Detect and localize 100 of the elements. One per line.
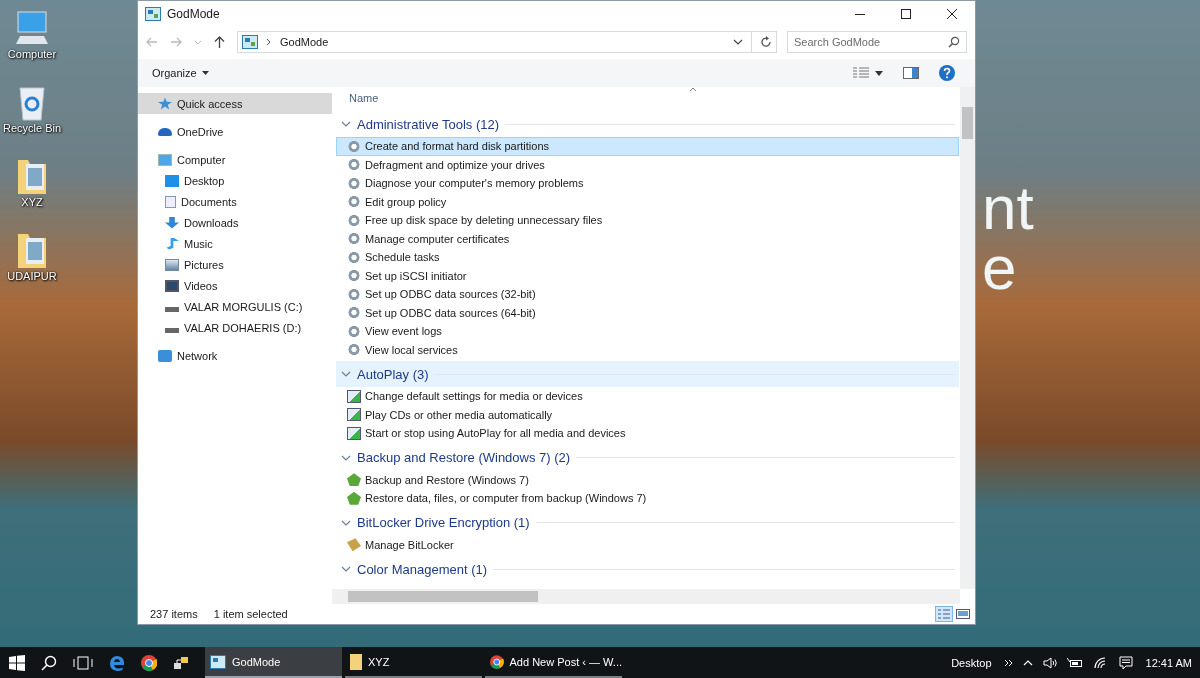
sidebar-item-icon [165, 307, 179, 312]
item-icon [347, 343, 361, 357]
item-icon [347, 473, 361, 487]
address-path[interactable]: GodMode [280, 36, 329, 48]
sidebar-item[interactable]: Network [138, 345, 332, 366]
wallpaper-text: nt [982, 178, 1034, 238]
chevron-icon [341, 371, 351, 377]
list-item[interactable]: Manage computer certificates [336, 229, 959, 248]
item-icon [347, 287, 361, 301]
item-icon [347, 195, 361, 209]
address-bar[interactable]: GodMode [237, 31, 777, 53]
windows-start-icon[interactable] [9, 654, 25, 671]
sidebar-item-icon [165, 195, 176, 208]
battery-icon[interactable] [1066, 656, 1083, 669]
sidebar-item[interactable]: VALAR MORGULIS (C:) [138, 296, 332, 317]
control-panel-icon [242, 35, 258, 49]
column-header[interactable]: Name [336, 92, 379, 104]
control-panel-icon [145, 7, 161, 21]
desktop-shortcut[interactable]: XYZ [10, 154, 54, 210]
sidebar-item[interactable]: Quick access [138, 93, 332, 114]
edge-browser-icon[interactable] [109, 654, 125, 671]
list-item[interactable]: Set up ODBC data sources (32-bit) [336, 285, 959, 304]
desktop-shortcut[interactable]: Computer [5, 6, 59, 62]
item-icon [347, 250, 361, 264]
chevron-icon [341, 121, 351, 127]
list-item[interactable]: Create and format hard disk partitions [336, 137, 959, 156]
list-item[interactable]: Backup and Restore (Windows 7) [336, 470, 959, 489]
list-item[interactable]: Free up disk space by deleting unnecessary files [336, 211, 959, 230]
desktop-toolbar-label[interactable]: Desktop [951, 656, 992, 669]
task-view-icon[interactable] [73, 655, 93, 670]
clock[interactable]: 12:41 AM [1145, 656, 1192, 669]
group-header[interactable]: AutoPlay (3) [336, 361, 959, 387]
chrome-browser-icon[interactable] [141, 654, 157, 671]
list-item[interactable]: View event logs [336, 322, 959, 341]
group-header[interactable]: BitLocker Drive Encryption (1) [336, 509, 959, 536]
refresh-icon[interactable] [760, 36, 772, 48]
item-icon [347, 139, 361, 153]
list-item[interactable]: Schedule tasks [336, 248, 959, 267]
group-header[interactable]: Administrative Tools (12) [336, 111, 959, 137]
item-icon [347, 408, 361, 422]
list-item[interactable]: Manage BitLocker [336, 535, 959, 554]
search-field[interactable]: Search GodMode [787, 31, 967, 53]
network-app-icon[interactable] [173, 654, 189, 671]
sidebar-item-icon [158, 153, 172, 166]
list-item[interactable]: Start or stop using AutoPlay for all media and devices [336, 424, 959, 443]
sidebar-item[interactable]: Videos [138, 275, 332, 296]
list-item[interactable]: Edit group policy [336, 192, 959, 211]
sidebar-item[interactable]: Music [138, 233, 332, 254]
help-icon[interactable] [939, 65, 955, 81]
list-item[interactable]: Play CDs or other media automatically [336, 405, 959, 424]
volume-icon[interactable] [1042, 656, 1057, 669]
chevron-up-icon[interactable] [1022, 659, 1033, 666]
sidebar-item[interactable]: VALAR DOHAERIS (D:) [138, 317, 332, 338]
horizontal-scrollbar[interactable] [332, 589, 960, 604]
chevron-icon [341, 566, 351, 572]
sidebar-item[interactable]: Desktop [138, 170, 332, 191]
maximize-icon [901, 9, 911, 19]
notification-icon[interactable] [1118, 655, 1133, 670]
list-item[interactable]: Change default settings for media or devices [336, 387, 959, 406]
caret-icon[interactable] [875, 70, 883, 76]
desktop-shortcut[interactable]: Recycle Bin [0, 80, 64, 136]
list-item[interactable]: Defragment and optimize your drives [336, 155, 959, 174]
list-item[interactable]: Restore data, files, or computer from backup (Windows 7) [336, 489, 959, 508]
window-title: GodMode [167, 7, 220, 21]
group-header[interactable]: Backup and Restore (Windows 7) (2) [336, 444, 959, 471]
list-item[interactable]: Set up ODBC data sources (64-bit) [336, 303, 959, 322]
up-arrow-icon[interactable] [214, 36, 225, 48]
chevron-icon [341, 519, 351, 526]
sidebar-item-icon [158, 97, 172, 110]
taskbar-button[interactable]: GodMode [205, 647, 342, 678]
list-item[interactable]: Set up iSCSI initiator [336, 266, 959, 285]
search-icon[interactable] [41, 654, 57, 671]
taskbar-button[interactable]: Add New Post ‹ — W... [485, 647, 622, 678]
organize-button[interactable]: Organize [146, 64, 215, 82]
double-chevron-icon[interactable] [1004, 658, 1013, 667]
sidebar-item[interactable]: Computer [138, 149, 332, 170]
item-icon [347, 158, 361, 172]
item-icon [347, 538, 361, 552]
item-icon [347, 306, 361, 320]
shortcut-label: Recycle Bin [2, 122, 62, 134]
sort-caret-icon [689, 87, 697, 92]
item-icon [347, 389, 361, 403]
selection-count: 1 item selected [213, 608, 288, 620]
taskbar-button[interactable]: XYZ [345, 647, 482, 678]
preview-pane-icon[interactable] [903, 67, 919, 79]
desktop-shortcut[interactable]: UDAIPUR [5, 228, 59, 284]
chrome-browser-icon [490, 654, 504, 669]
chevron-down-icon[interactable] [733, 39, 743, 45]
item-icon [347, 324, 361, 338]
sidebar-item[interactable]: Documents [138, 191, 332, 212]
sidebar-item-icon [165, 174, 179, 187]
sidebar-item[interactable]: Pictures [138, 254, 332, 275]
vertical-scrollbar[interactable] [960, 87, 975, 589]
shortcut-label: Computer [7, 48, 57, 60]
list-item[interactable]: View local services [336, 340, 959, 359]
group-header[interactable]: Color Management (1) [336, 556, 959, 582]
list-item[interactable]: Diagnose your computer's memory problems [336, 174, 959, 193]
sidebar-item[interactable]: Downloads [138, 212, 332, 233]
large-icons-view-icon[interactable] [955, 607, 971, 621]
sidebar-item[interactable]: OneDrive [138, 121, 332, 142]
